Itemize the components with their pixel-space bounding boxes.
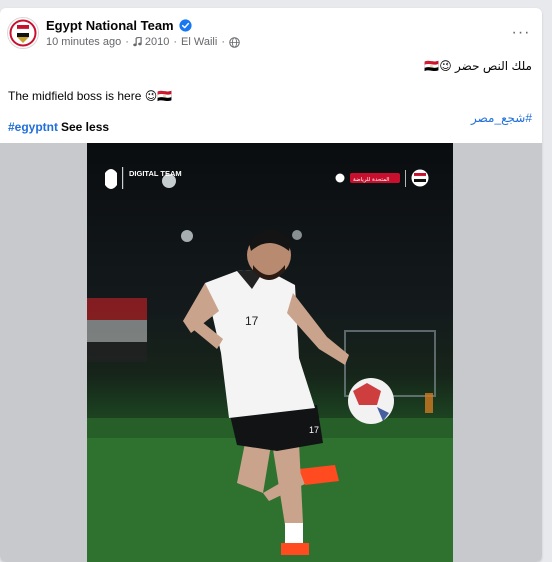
page-name-row: Egypt National Team — [46, 18, 192, 33]
meta-separator: · — [173, 36, 178, 48]
post-location[interactable]: El Waili — [181, 36, 217, 48]
caption-arabic: ملك النص حضر 😉🇪🇬 — [424, 59, 532, 73]
caption-english: The midfield boss is here 😉🇪🇬 — [8, 89, 173, 103]
more-options-button[interactable]: ··· — [510, 22, 532, 44]
verified-badge-icon — [179, 19, 192, 32]
meta-separator: · — [221, 36, 225, 48]
hashtag-arabic-link[interactable]: #شجع_مصر — [471, 111, 532, 125]
post-photo[interactable]: 17 17 DIGITAL TEAM المتحدة للرياضة — [87, 143, 453, 562]
post-header: Egypt National Team 10 minutes ago · 201… — [0, 8, 542, 54]
page-avatar[interactable] — [7, 17, 39, 49]
music-title[interactable]: 2010 — [145, 36, 169, 48]
see-less-button[interactable]: See less — [61, 120, 109, 134]
post-card: Egypt National Team 10 minutes ago · 201… — [0, 8, 542, 562]
jersey-number: 17 — [245, 314, 259, 328]
digital-team-logo-icon — [105, 167, 124, 189]
short-number: 17 — [309, 425, 319, 435]
hashtag-english-link[interactable]: #egyptnt — [8, 120, 58, 134]
more-options-icon: ··· — [511, 24, 531, 41]
training-photo-illustration: 17 17 DIGITAL TEAM المتحدة للرياضة — [87, 167, 453, 562]
globe-icon — [229, 36, 240, 48]
page-name[interactable]: Egypt National Team — [46, 18, 174, 33]
post-meta: 10 minutes ago · 2010 · El Waili · — [46, 36, 240, 48]
post-media: 17 17 DIGITAL TEAM المتحدة للرياضة — [0, 143, 542, 562]
music-note-icon — [133, 37, 142, 47]
efa-logo-icon — [9, 19, 37, 47]
post-timestamp[interactable]: 10 minutes ago — [46, 36, 121, 48]
brand-digital-team: DIGITAL TEAM — [129, 169, 182, 178]
brand-united-sports: المتحدة للرياضة — [353, 177, 390, 183]
meta-separator: · — [125, 36, 129, 48]
